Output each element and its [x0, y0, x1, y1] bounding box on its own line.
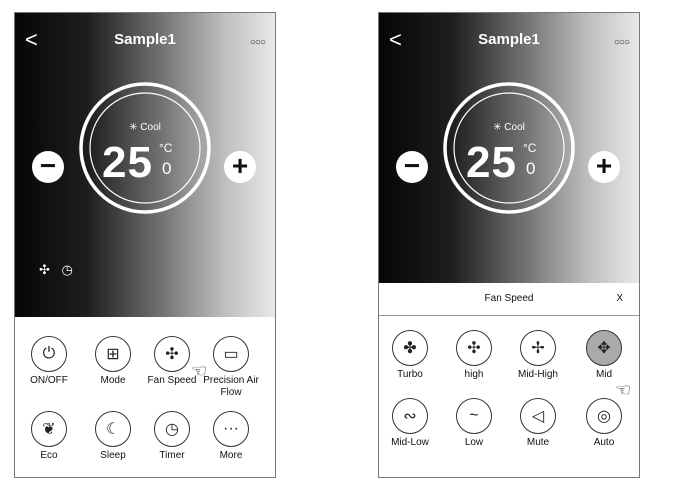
fan-option-mute[interactable]: ◁ Mute [507, 398, 569, 449]
device-title: Sample1 [114, 31, 176, 48]
fan-mid-low-icon: ∾ [392, 398, 428, 434]
more-icon: ··· [213, 411, 249, 447]
close-button[interactable]: X [616, 293, 623, 304]
mode-button[interactable]: ⊞ Mode [82, 336, 144, 387]
fan-option-high[interactable]: ✣ high [443, 330, 505, 381]
mode-label: Cool [140, 122, 161, 133]
temperature-decimal: 0 [526, 159, 536, 178]
fan-high-icon: ✣ [456, 330, 492, 366]
mode-label: Mode [100, 375, 126, 386]
ac-control-panel: < Sample1 ○○○ ✳ Cool 25 °C 0 − + [379, 13, 639, 283]
sleep-label: Sleep [100, 450, 126, 461]
mode-indicator: ✳ Cool [78, 122, 212, 133]
fan-option-label: Mid-Low [391, 437, 429, 448]
temperature-dial[interactable]: ✳ Cool 25 °C 0 [78, 81, 212, 215]
power-icon: ⏻ [31, 336, 67, 372]
auto-icon: ◎ [586, 398, 622, 434]
airflow-icon: ▭ [213, 336, 249, 372]
status-icons: ✣ ◷ [39, 262, 81, 278]
mode-indicator: ✳ Cool [442, 122, 576, 133]
pointing-hand-icon: ☜ [191, 361, 208, 381]
fan-option-label: high [464, 369, 484, 380]
snowflake-icon: ✳ [129, 122, 138, 133]
more-options-icon[interactable]: ○○○ [250, 37, 266, 48]
on-off-button[interactable]: ⏻ ON/OFF [18, 336, 80, 387]
timer-status-icon: ◷ [61, 262, 73, 277]
on-off-label: ON/OFF [30, 375, 68, 386]
eco-label: Eco [40, 450, 58, 461]
fan-option-label: Auto [593, 437, 615, 448]
more-button[interactable]: ··· More [200, 411, 262, 462]
more-options-icon[interactable]: ○○○ [614, 37, 630, 48]
timer-button[interactable]: ◷ Timer [141, 411, 203, 462]
fan-option-turbo[interactable]: ✤ Turbo [379, 330, 441, 381]
fan-option-label: Low [464, 437, 484, 448]
ac-control-panel: < Sample1 ○○○ ✳ Cool 25 °C 0 − + ✣ ◷ [15, 13, 275, 317]
precision-air-flow-button[interactable]: ▭ Precision Air Flow [200, 336, 262, 399]
fan-mid-high-icon: ✢ [520, 330, 556, 366]
fan-speed-title: Fan Speed [484, 293, 534, 304]
temperature-decimal: 0 [162, 159, 172, 178]
mute-icon: ◁ [520, 398, 556, 434]
fan-turbo-icon: ✤ [392, 330, 428, 366]
phone-screen-main: < Sample1 ○○○ ✳ Cool 25 °C 0 − + ✣ ◷ ⏻ O… [14, 12, 276, 478]
temperature-value: 25 [466, 138, 517, 187]
temperature-value: 25 [102, 138, 153, 187]
mode-icon: ⊞ [95, 336, 131, 372]
decrease-temp-button[interactable]: − [396, 151, 428, 183]
phone-screen-fan-speed: < Sample1 ○○○ ✳ Cool 25 °C 0 − + Fan Spe… [378, 12, 640, 478]
mode-label: Cool [504, 122, 525, 133]
snowflake-icon: ✳ [493, 122, 502, 133]
fan-status-icon: ✣ [39, 262, 50, 277]
timer-icon: ◷ [154, 411, 190, 447]
fan-icon: ✣ [154, 336, 190, 372]
more-label: More [219, 450, 243, 461]
increase-temp-button[interactable]: + [224, 151, 256, 183]
fan-option-mid-high[interactable]: ✢ Mid-High [507, 330, 569, 381]
temperature-dial[interactable]: ✳ Cool 25 °C 0 [442, 81, 576, 215]
leaf-icon: ❦ [31, 411, 67, 447]
timer-label: Timer [159, 450, 185, 461]
device-title: Sample1 [478, 31, 540, 48]
temperature-unit: °C [523, 141, 537, 155]
function-buttons: ⏻ ON/OFF ⊞ Mode ✣ Fan Speed ▭ Precision … [15, 317, 275, 477]
fan-option-mid[interactable]: ✥ Mid [573, 330, 635, 381]
fan-low-icon: ~ [456, 398, 492, 434]
fan-option-auto[interactable]: ◎ Auto [573, 398, 635, 449]
increase-temp-button[interactable]: + [588, 151, 620, 183]
fan-option-label: Mute [526, 437, 550, 448]
sleep-button[interactable]: ☾ Sleep [82, 411, 144, 462]
eco-button[interactable]: ❦ Eco [18, 411, 80, 462]
fan-option-low[interactable]: ~ Low [443, 398, 505, 449]
fan-speed-header: Fan Speed X [379, 283, 639, 316]
decrease-temp-button[interactable]: − [32, 151, 64, 183]
fan-mid-icon: ✥ [586, 330, 622, 366]
moon-icon: ☾ [95, 411, 131, 447]
precision-air-flow-label: Precision Air Flow [203, 375, 259, 398]
fan-option-label: Turbo [397, 369, 423, 380]
fan-option-mid-low[interactable]: ∾ Mid-Low [379, 398, 441, 449]
fan-speed-options: ✤ Turbo ✣ high ✢ Mid-High ✥ Mid ☜ ∾ Mid-… [379, 316, 639, 477]
temperature-unit: °C [159, 141, 173, 155]
fan-option-label: Mid-High [517, 369, 558, 380]
